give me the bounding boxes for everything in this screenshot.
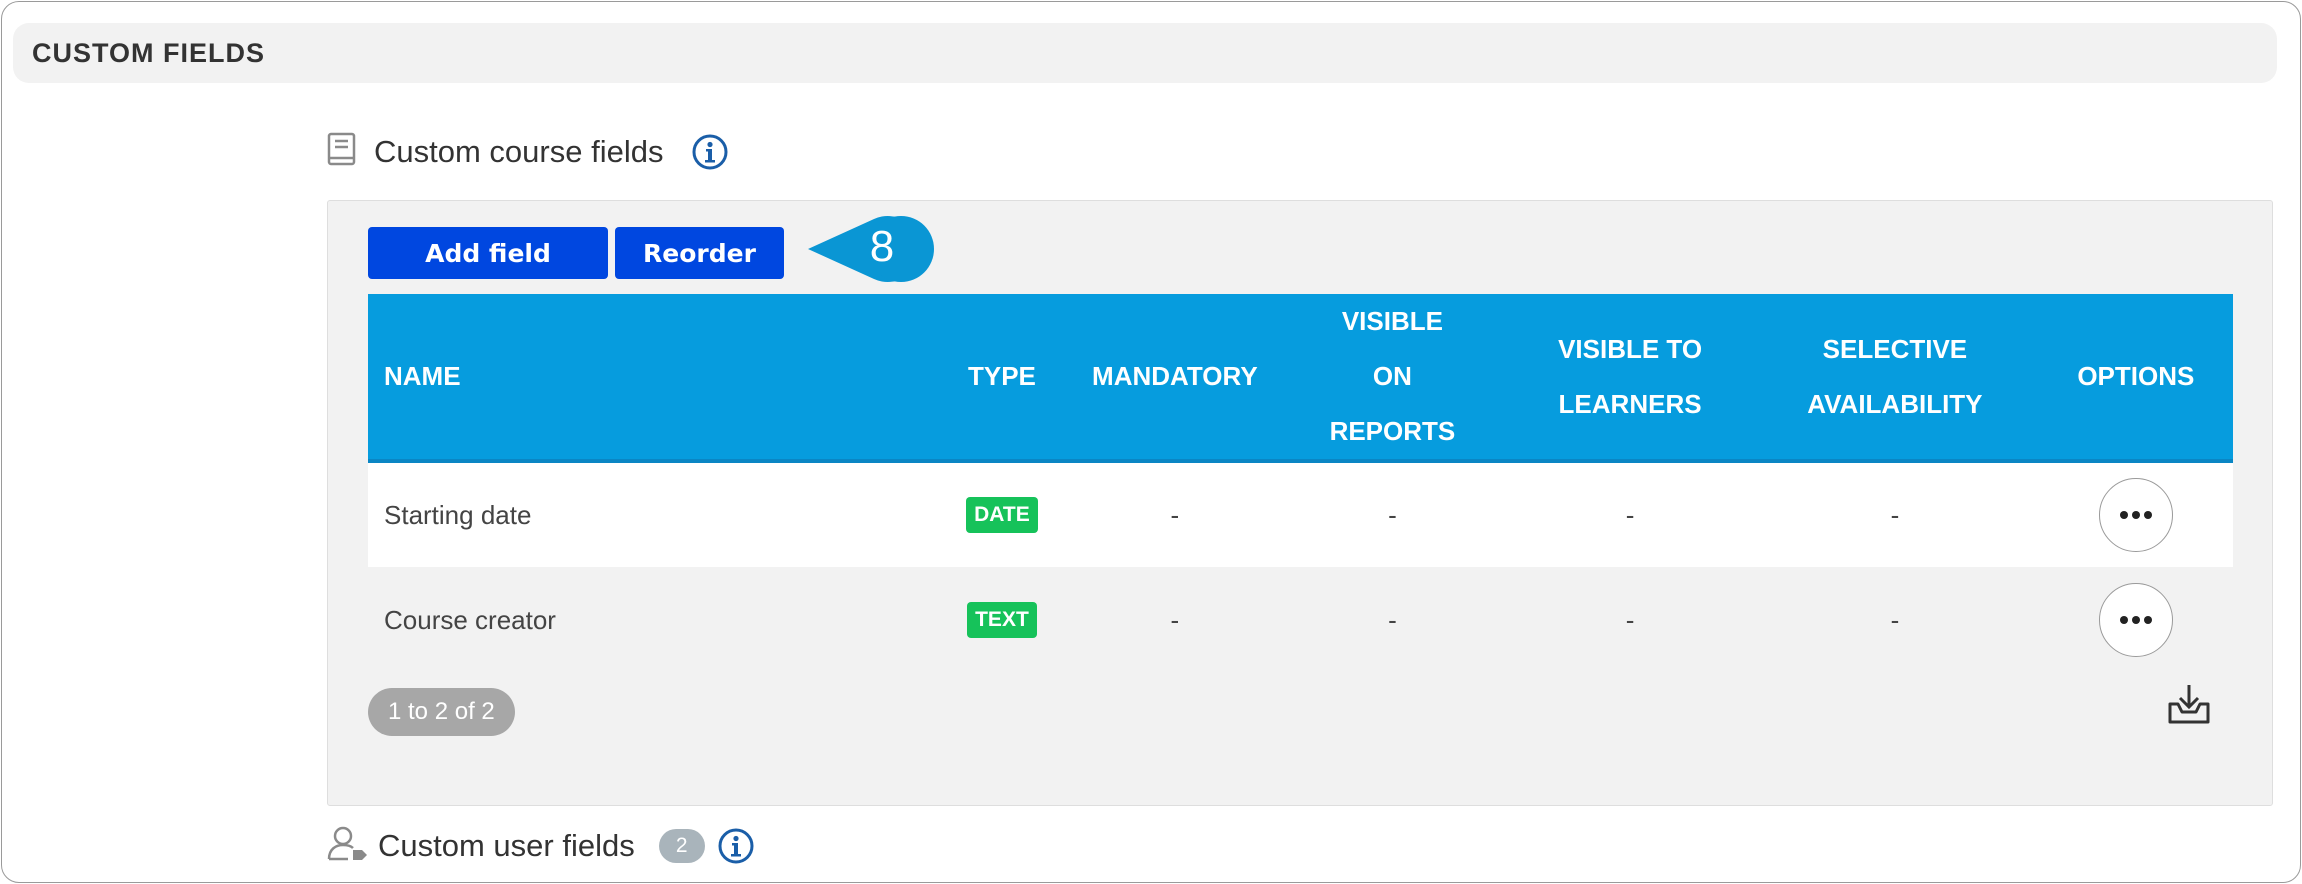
reorder-button[interactable]: Reorder — [615, 227, 784, 279]
section-header: CUSTOM FIELDS — [13, 23, 2277, 83]
table-row: Starting date DATE - - - - — [368, 461, 2233, 567]
column-header-type[interactable]: TYPE — [930, 294, 1074, 461]
field-mandatory: - — [1170, 499, 1180, 530]
column-header-options: OPTIONS — [2077, 361, 2195, 391]
custom-fields-card: CUSTOM FIELDS Custom course fields Add f… — [1, 1, 2301, 883]
course-fields-panel: Add field Reorder NAME TYPE MANDATORY VI… — [327, 200, 2273, 806]
field-name: Starting date — [384, 499, 532, 530]
user-fields-label: Custom user fields — [378, 828, 635, 863]
info-icon[interactable] — [717, 827, 755, 865]
user-fields-count-badge: 2 — [658, 829, 705, 863]
pagination-counter: 1 to 2 of 2 — [368, 688, 515, 736]
course-fields-table: NAME TYPE MANDATORY VISIBLE ON REPORTS V… — [368, 294, 2233, 673]
field-name: Course creator — [384, 604, 556, 635]
step-callout-number: 8 — [869, 222, 895, 271]
table-header-row: NAME TYPE MANDATORY VISIBLE ON REPORTS V… — [368, 294, 2233, 461]
column-header-name[interactable]: NAME — [368, 294, 930, 461]
more-horizontal-icon — [2119, 511, 2152, 519]
field-options-cell — [2039, 461, 2233, 567]
book-icon — [326, 132, 358, 173]
field-visible-on-reports: - — [1388, 499, 1397, 530]
course-fields-heading: Custom course fields — [326, 130, 729, 174]
field-visible-to-learners: - — [1625, 499, 1635, 530]
more-options-button[interactable] — [2098, 478, 2173, 552]
column-header-visible-on-reports[interactable]: VISIBLE ON REPORTS — [1276, 294, 1509, 461]
course-fields-label: Custom course fields — [374, 134, 664, 169]
more-horizontal-icon — [2119, 616, 2152, 624]
more-options-button[interactable] — [2098, 583, 2173, 657]
field-selective-availability: - — [1890, 604, 1900, 635]
field-type-cell: DATE — [930, 461, 1074, 567]
field-options-cell — [2039, 567, 2233, 673]
column-header-selective-availability[interactable]: SELECTIVE AVAILABILITY — [1751, 294, 2039, 461]
add-field-button[interactable]: Add field — [368, 227, 608, 279]
download-tray-icon[interactable] — [2166, 682, 2212, 731]
section-title: CUSTOM FIELDS — [32, 37, 266, 68]
column-header-mandatory[interactable]: MANDATORY — [1074, 294, 1276, 461]
column-header-visible-to-learners[interactable]: VISIBLE TO LEARNERS — [1509, 294, 1751, 461]
table-row: Course creator TEXT - - - - — [368, 567, 2233, 673]
field-type-badge: DATE — [966, 497, 1038, 533]
field-mandatory: - — [1170, 604, 1180, 635]
field-type-cell: TEXT — [930, 567, 1074, 673]
field-type-badge: TEXT — [967, 602, 1037, 638]
field-visible-to-learners: - — [1625, 604, 1635, 635]
info-icon[interactable] — [691, 133, 729, 171]
user-fields-heading: Custom user fields 2 — [326, 824, 755, 868]
field-visible-on-reports: - — [1388, 604, 1397, 635]
user-tag-icon — [326, 825, 370, 868]
field-selective-availability: - — [1890, 499, 1900, 530]
